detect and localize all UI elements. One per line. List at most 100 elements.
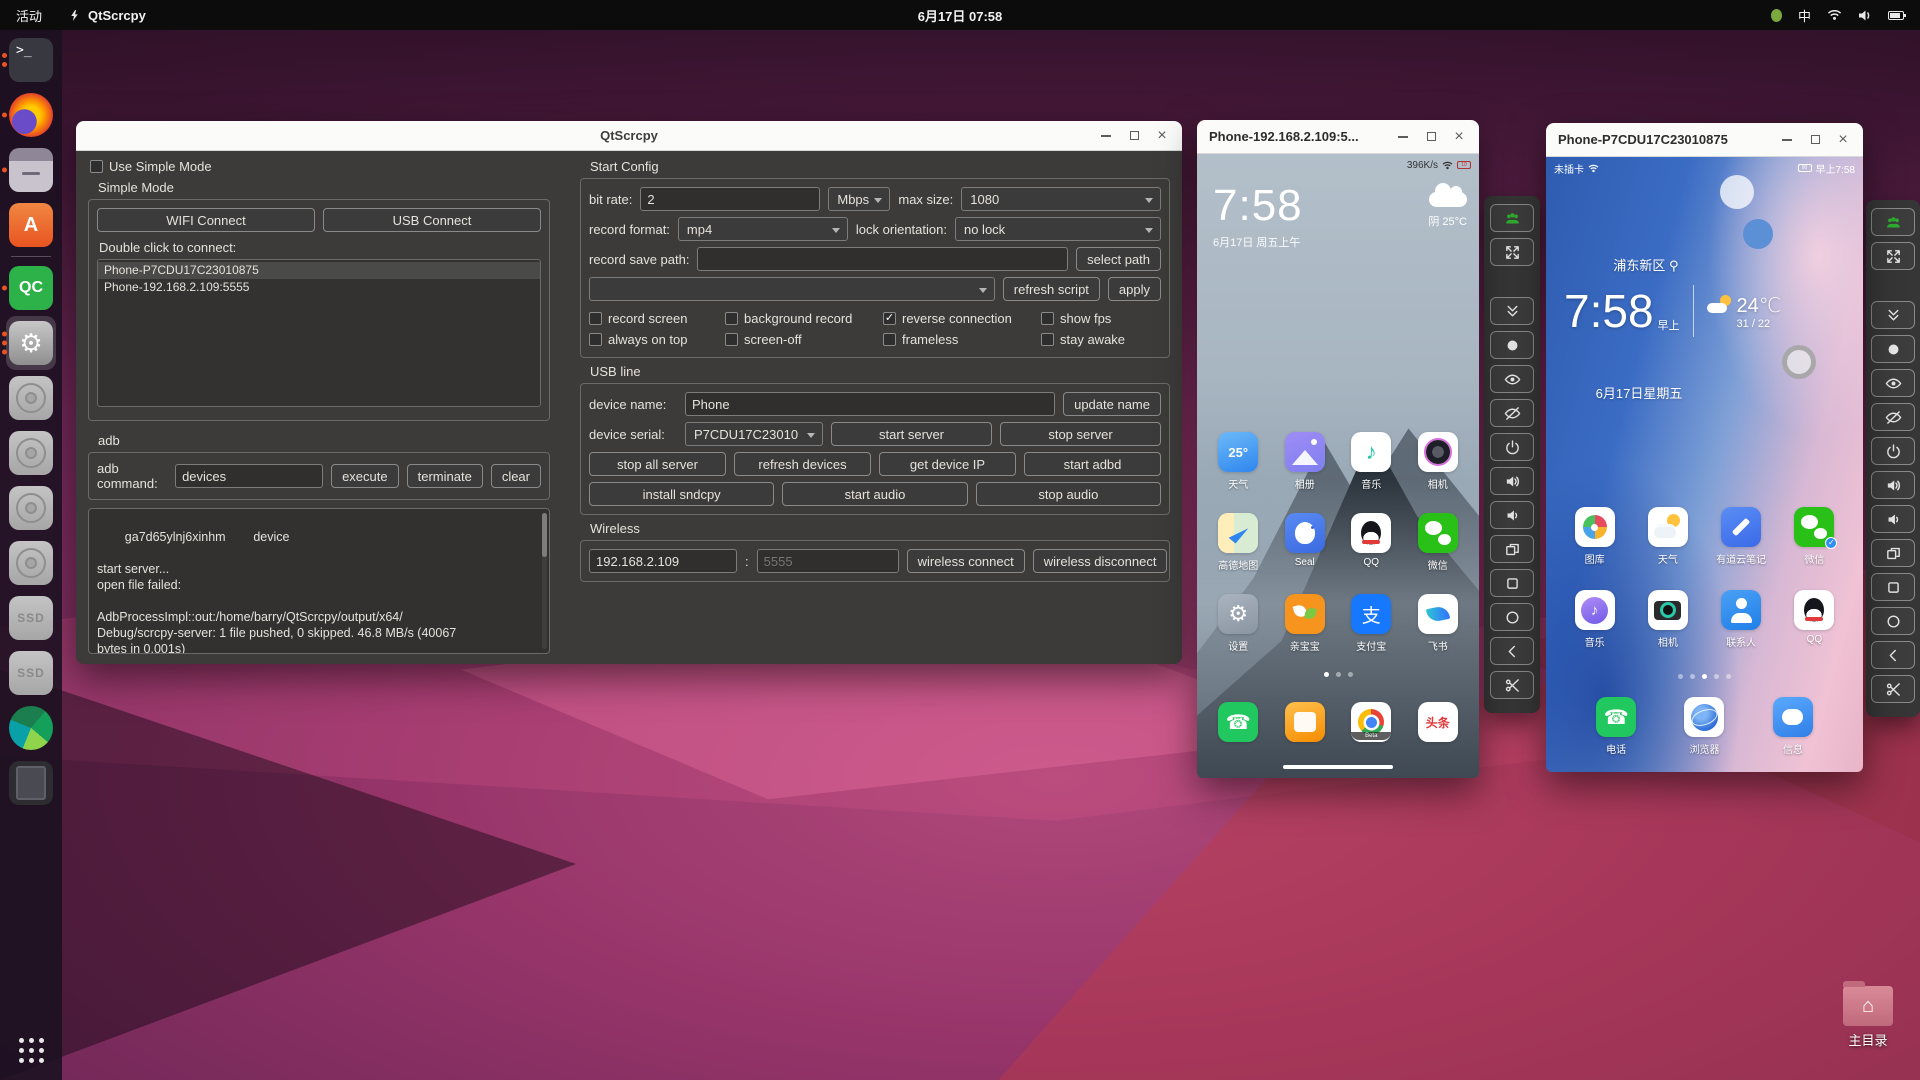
qtscrcpy-titlebar[interactable]: QtScrcpy × [76, 121, 1182, 151]
dock-item-terminal[interactable]: >_ [0, 36, 62, 84]
app-相机[interactable]: 相机 [1405, 432, 1472, 491]
toolbar-menu-button[interactable] [1490, 569, 1534, 597]
toolbar-back-button[interactable] [1490, 637, 1534, 665]
toolbar-power-button[interactable] [1490, 433, 1534, 461]
checkbox-reverse-connection[interactable]: ✓ reverse connection [883, 311, 1041, 326]
assistive-touch-ball[interactable] [1782, 345, 1816, 379]
toolbar-screen-off-button[interactable] [1490, 399, 1534, 427]
checkbox-stay-awake[interactable]: stay awake [1041, 332, 1161, 347]
minimize-button[interactable] [1775, 129, 1799, 151]
stop-server-button[interactable]: stop server [1000, 422, 1161, 446]
app-微信[interactable]: ✓ 微信 [1778, 507, 1851, 566]
update-name-button[interactable]: update name [1063, 392, 1161, 416]
app-设置[interactable]: ⚙ 设置 [1205, 594, 1272, 653]
checkbox-always-on-top[interactable]: always on top [589, 332, 725, 347]
app-天气[interactable]: 25° 天气 [1205, 432, 1272, 491]
minimize-button[interactable] [1391, 126, 1415, 148]
toolbar-touch-button[interactable] [1490, 331, 1534, 359]
maximize-button[interactable] [1419, 126, 1443, 148]
start-server-button[interactable]: start server [831, 422, 992, 446]
usb-connect-button[interactable]: USB Connect [323, 208, 541, 232]
toolbar-screen-off-button[interactable] [1871, 403, 1915, 431]
app-联系人[interactable]: 联系人 [1705, 590, 1778, 649]
toolbar-back-button[interactable] [1871, 641, 1915, 669]
checkbox-frameless[interactable]: frameless [883, 332, 1041, 347]
script-combo[interactable] [589, 277, 995, 301]
device-serial-combo[interactable]: P7CDU17C23010 [685, 422, 823, 446]
toolbar-screenshot-button[interactable] [1490, 671, 1534, 699]
chrome-app[interactable]: Beta [1338, 702, 1405, 742]
checkbox-screen-off[interactable]: screen-off [725, 332, 883, 347]
app-音乐[interactable]: ♪ 音乐 [1558, 590, 1631, 649]
stop-all-server-button[interactable]: stop all server [589, 452, 726, 476]
app-微信[interactable]: 微信 [1405, 513, 1472, 572]
wifi-connect-button[interactable]: WIFI Connect [97, 208, 315, 232]
dock-item-ssd-2[interactable]: SSD [0, 649, 62, 697]
bit-rate-unit-combo[interactable]: Mbps [828, 187, 891, 211]
checkbox-record-screen[interactable]: record screen [589, 311, 725, 326]
use-simple-mode-checkbox[interactable]: Use Simple Mode [90, 159, 550, 174]
toolbar-app-switch-button[interactable] [1490, 535, 1534, 563]
phone1-titlebar[interactable]: Phone-192.168.2.109:5... × [1197, 120, 1479, 154]
toolbar-fullscreen-button[interactable] [1871, 242, 1915, 270]
execute-button[interactable]: execute [331, 464, 399, 488]
record-format-combo[interactable]: mp4 [677, 217, 848, 241]
toolbar-volume-up-button[interactable] [1490, 467, 1534, 495]
input-method-indicator[interactable]: 中 [1798, 6, 1811, 25]
device-list-item[interactable]: Phone-P7CDU17C23010875 [98, 262, 540, 279]
app-QQ[interactable]: QQ [1338, 513, 1405, 572]
wireless-connect-button[interactable]: wireless connect [906, 549, 1025, 573]
device-list-item[interactable]: Phone-192.168.2.109:5555 [98, 279, 540, 296]
dock-item-files[interactable] [0, 146, 62, 194]
minimize-button[interactable] [1094, 125, 1118, 147]
maximize-button[interactable] [1122, 125, 1146, 147]
wireless-port-input[interactable] [756, 549, 899, 573]
app-QQ[interactable]: QQ [1778, 590, 1851, 649]
app-高德地图[interactable]: 高德地图 [1205, 513, 1272, 572]
toolbar-app-switch-button[interactable] [1871, 539, 1915, 567]
start-audio-button[interactable]: start audio [782, 482, 968, 506]
toolbar-power-button[interactable] [1871, 437, 1915, 465]
phone1-screen[interactable]: 396K/s 10 7:58 6月17日 周五上午 阴 25°C 25° 天气 相册… [1197, 154, 1479, 778]
adb-command-input[interactable] [175, 464, 324, 488]
toolbar-collapse-button[interactable] [1871, 301, 1915, 329]
app-飞书[interactable]: 飞书 [1405, 594, 1472, 653]
phone-app[interactable]: ☎ 电话 [1572, 697, 1660, 756]
dock-item-disc-4[interactable] [0, 539, 62, 587]
toolbar-volume-down-button[interactable] [1871, 505, 1915, 533]
app-支付宝[interactable]: 支支付宝 [1338, 594, 1405, 653]
app-有道云笔记[interactable]: 有道云笔记 [1705, 507, 1778, 566]
app-相机[interactable]: 相机 [1631, 590, 1704, 649]
app-图库[interactable]: 图库 [1558, 507, 1631, 566]
start-adbd-button[interactable]: start adbd [1024, 452, 1161, 476]
toolbar-collapse-button[interactable] [1490, 297, 1534, 325]
toolbar-screen-on-button[interactable] [1871, 369, 1915, 397]
log-scrollbar[interactable] [542, 513, 547, 649]
home-directory-shortcut[interactable]: ⌂ 主目录 [1836, 981, 1900, 1049]
dock-item-tablet-device[interactable] [0, 759, 62, 807]
toolbar-volume-up-button[interactable] [1871, 471, 1915, 499]
toolbar-home-button[interactable] [1871, 607, 1915, 635]
toolbar-screenshot-button[interactable] [1871, 675, 1915, 703]
clear-button[interactable]: clear [490, 464, 541, 488]
dock-item-firefox[interactable] [0, 91, 62, 139]
indicator-icon[interactable] [1770, 8, 1782, 22]
messages-app[interactable]: 信息 [1749, 697, 1837, 756]
close-button[interactable]: × [1150, 125, 1174, 147]
select-path-button[interactable]: select path [1076, 247, 1161, 271]
device-list[interactable]: Phone-P7CDU17C23010875 Phone-192.168.2.10… [97, 259, 541, 407]
checkbox-background-record[interactable]: background record [725, 311, 883, 326]
lock-orientation-combo[interactable]: no lock [954, 217, 1161, 241]
toolbar-group-button[interactable] [1871, 208, 1915, 236]
dock-item-qtcreator[interactable]: QC [0, 264, 62, 312]
phone2-screen[interactable]: 未插卡 90 早上7:58 浦东新区 ⚲ 7:58 早上 24℃ 31 / 22… [1546, 157, 1863, 772]
toolbar-touch-button[interactable] [1871, 335, 1915, 363]
activities-button[interactable]: 活动 [0, 0, 58, 30]
bit-rate-input[interactable] [640, 187, 821, 211]
dock-item-show-applications[interactable] [0, 1026, 62, 1074]
dock-item-kazam[interactable] [0, 704, 62, 752]
wireless-ip-input[interactable] [589, 549, 737, 573]
toolbar-fullscreen-button[interactable] [1490, 238, 1534, 266]
focused-app-menu[interactable]: QtScrcpy [58, 8, 156, 23]
apply-button[interactable]: apply [1107, 277, 1161, 301]
